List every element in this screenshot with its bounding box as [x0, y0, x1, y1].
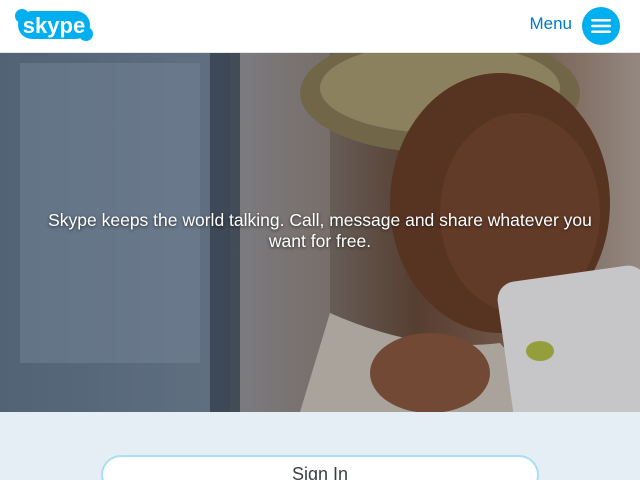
menu-button[interactable] [582, 7, 620, 45]
menu-label[interactable]: Menu [529, 14, 572, 34]
skype-logo[interactable]: skype [14, 7, 94, 45]
sign-in-button[interactable]: Sign In [101, 455, 539, 480]
hamburger-icon [591, 19, 611, 33]
hero-banner: Skype keeps the world talking. Call, mes… [0, 53, 640, 412]
logo-text: skype [23, 13, 85, 38]
site-header: skype Menu [0, 0, 640, 53]
hero-tagline: Skype keeps the world talking. Call, mes… [48, 210, 592, 251]
